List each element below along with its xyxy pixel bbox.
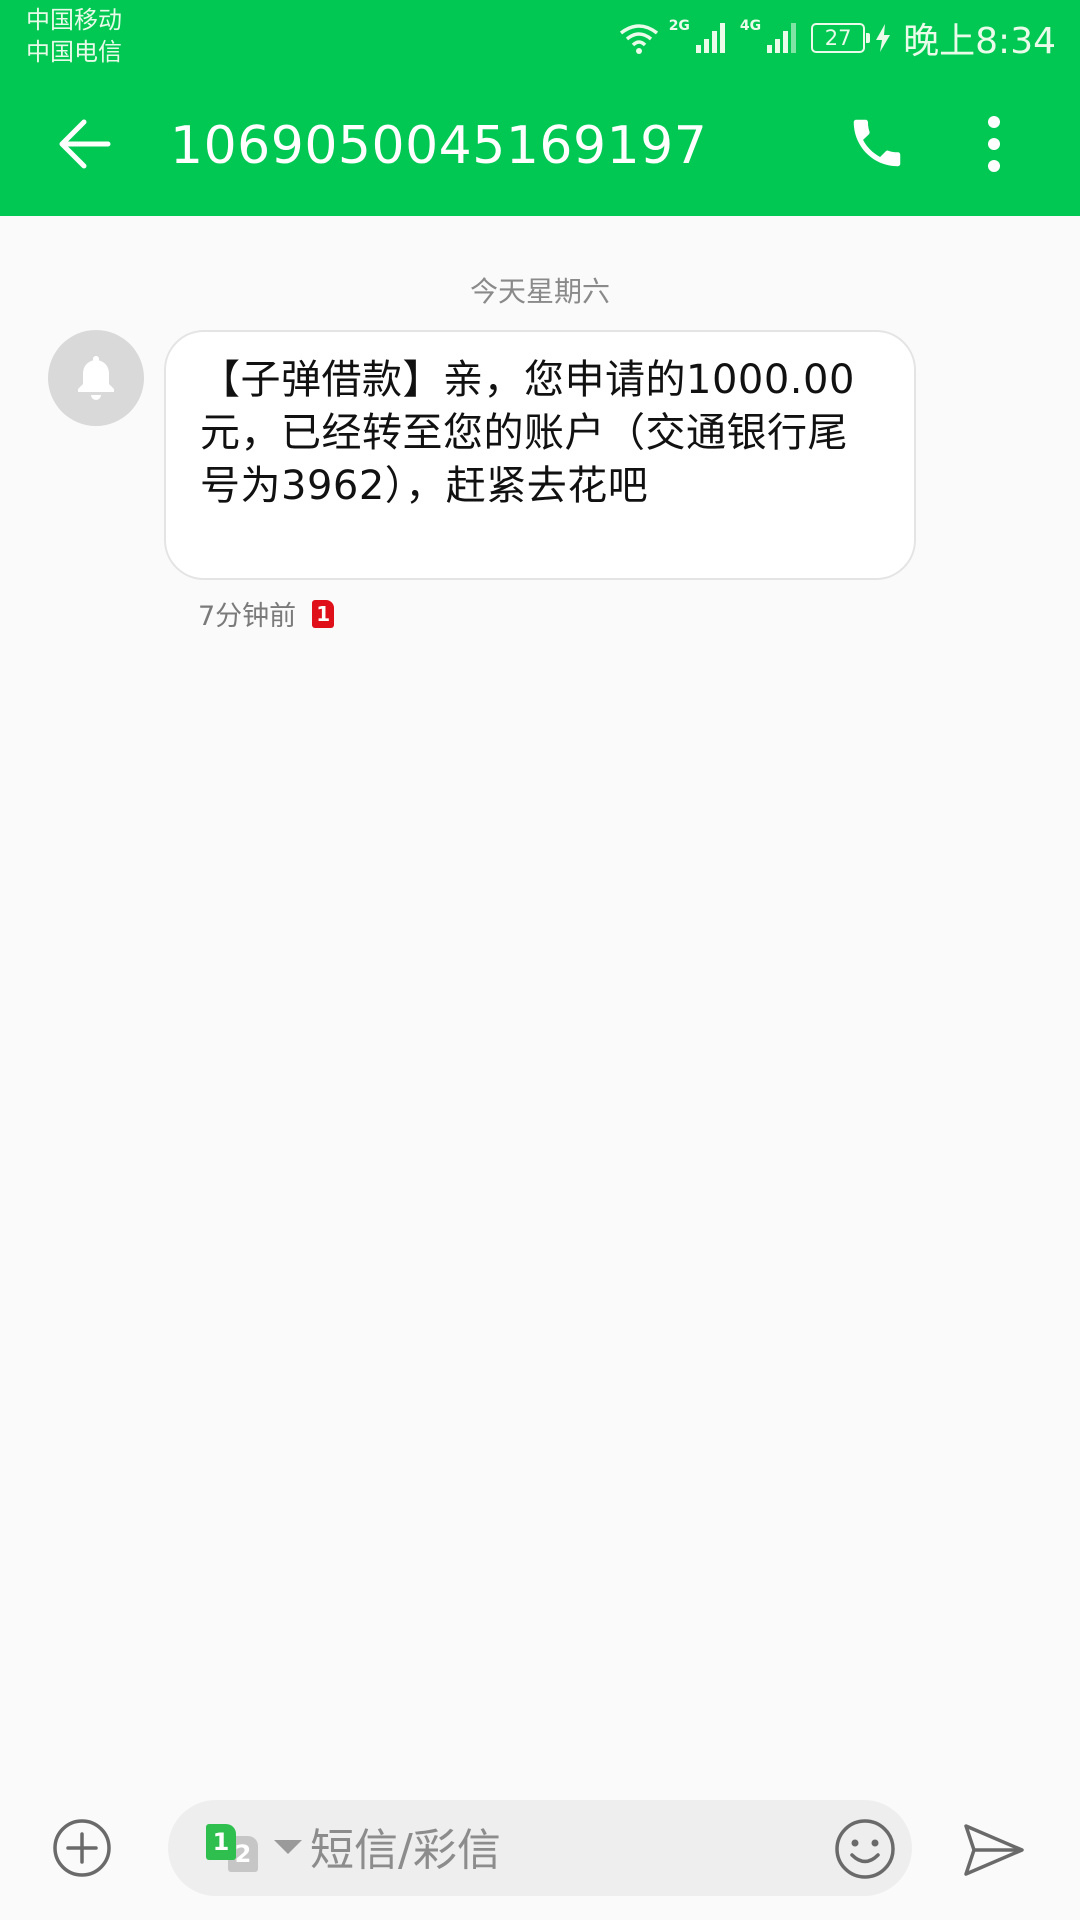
sim-1-icon: 1 xyxy=(206,1824,236,1860)
chevron-down-icon[interactable] xyxy=(274,1840,302,1854)
network-2g-label: 2G xyxy=(668,18,690,34)
more-vertical-icon[interactable] xyxy=(982,114,1006,174)
sender-avatar[interactable] xyxy=(48,330,144,426)
sim-card-icon: 1 xyxy=(312,599,335,628)
battery-level: 27 xyxy=(824,26,852,50)
message-meta: 7分钟前 1 xyxy=(198,594,335,633)
message-time: 7分钟前 xyxy=(198,601,297,632)
send-icon[interactable] xyxy=(962,1822,1026,1878)
conversation-title: 1069050045169197 xyxy=(170,116,708,176)
arrow-left-icon[interactable] xyxy=(54,114,114,174)
plus-circle-icon[interactable] xyxy=(52,1818,112,1878)
status-icons: 2G 4G 27 晚上8:34 xyxy=(619,14,1056,62)
wifi-icon xyxy=(619,24,658,54)
app-header: 中国移动 中国电信 2G 4G 27 晚上8:34 10690500451691… xyxy=(0,0,1080,216)
message-text: 【子弹借款】亲，您申请的1000.00元，已经转至您的账户（交通银行尾号为396… xyxy=(200,357,855,509)
carrier-2-label: 中国电信 xyxy=(26,38,122,66)
phone-icon[interactable] xyxy=(846,112,908,174)
status-time: 晚上8:34 xyxy=(903,21,1056,62)
message-input[interactable] xyxy=(310,1818,810,1882)
battery-icon: 27 xyxy=(811,23,871,53)
signal-4g-icon xyxy=(767,23,797,53)
bell-icon xyxy=(78,356,114,400)
sim-switch-button[interactable]: 2 1 xyxy=(206,1824,266,1874)
signal-2g-icon xyxy=(695,23,725,53)
sim-number: 1 xyxy=(316,601,331,626)
smiley-icon[interactable] xyxy=(834,1818,896,1880)
date-divider: 今天星期六 xyxy=(469,275,610,308)
carrier-1-label: 中国移动 xyxy=(26,6,122,34)
charging-icon xyxy=(876,24,891,52)
network-4g-label: 4G xyxy=(739,18,762,34)
message-bubble[interactable]: 【子弹借款】亲，您申请的1000.00元，已经转至您的账户（交通银行尾号为396… xyxy=(164,330,916,580)
